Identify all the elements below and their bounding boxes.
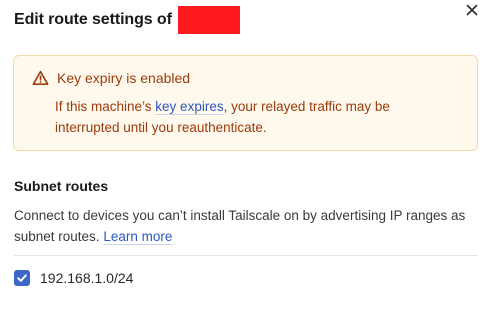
dialog-header: Edit route settings of bbox=[14, 6, 240, 34]
warning-header: Key expiry is enabled bbox=[32, 70, 190, 86]
dialog-title: Edit route settings of bbox=[14, 11, 172, 28]
warning-title: Key expiry is enabled bbox=[57, 70, 191, 86]
route-label: 192.168.1.0/24 bbox=[40, 270, 134, 286]
route-checkbox[interactable] bbox=[14, 270, 30, 286]
divider bbox=[14, 255, 478, 256]
key-expiry-warning: Key expiry is enabled If this machine’s … bbox=[13, 55, 478, 151]
redacted-machine-name bbox=[177, 6, 240, 34]
close-icon bbox=[466, 4, 478, 16]
subnet-routes-heading: Subnet routes bbox=[14, 178, 109, 194]
subnet-route-item: 192.168.1.0/24 bbox=[14, 270, 133, 286]
subnet-routes-description-text: Connect to devices you can’t install Tai… bbox=[14, 208, 466, 244]
warning-message: If this machine’s key expires, your rela… bbox=[55, 96, 455, 138]
warning-body-start: If this machine’s bbox=[55, 99, 156, 114]
key-expires-link[interactable]: key expires bbox=[155, 99, 223, 114]
close-button[interactable] bbox=[463, 1, 481, 19]
warning-icon bbox=[32, 70, 49, 85]
learn-more-link[interactable]: Learn more bbox=[103, 229, 172, 244]
subnet-routes-description: Connect to devices you can’t install Tai… bbox=[14, 205, 474, 247]
edit-route-settings-dialog: Edit route settings of Key expiry is ena… bbox=[0, 0, 492, 316]
checkmark-icon bbox=[17, 274, 27, 282]
